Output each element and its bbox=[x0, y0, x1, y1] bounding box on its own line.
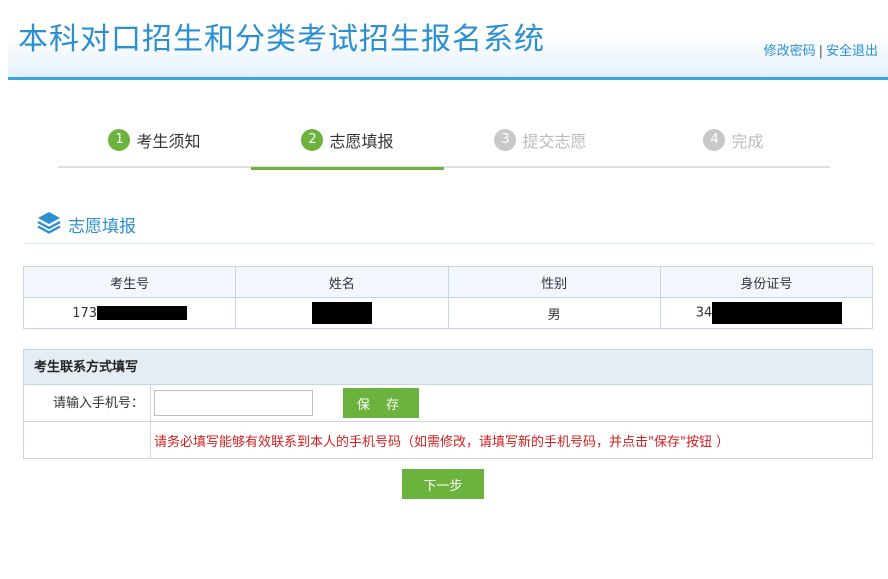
column-header: 性别 bbox=[447, 266, 661, 298]
save-button[interactable]: 保 存 bbox=[343, 388, 419, 418]
note-row: 请务必填写能够有效联系到本人的手机号码（如需修改，请填写新的手机号码，并点击"保… bbox=[24, 422, 872, 458]
step-label: 考生须知 bbox=[136, 132, 201, 151]
progress-steps: 1 考生须知 2 志愿填报 3 提交志愿 4 完成 bbox=[58, 120, 830, 170]
section-heading: 志愿填报 bbox=[24, 206, 874, 244]
column-header: 考生号 bbox=[22, 266, 237, 298]
phone-label: 请输入手机号： bbox=[24, 385, 151, 421]
table-header-row: 考生号 姓名 性别 身份证号 bbox=[22, 266, 874, 298]
redacted-block bbox=[712, 302, 843, 324]
phone-note: 请务必填写能够有效联系到本人的手机号码（如需修改，请填写新的手机号码，并点击"保… bbox=[154, 434, 730, 450]
candidate-info-table: 考生号 姓名 性别 身份证号 173 男 34 bbox=[22, 266, 874, 329]
table-row: 173 男 34 bbox=[22, 297, 874, 329]
app-title: 本科对口招生和分类考试招生报名系统 bbox=[18, 22, 545, 57]
note-label-cell bbox=[24, 422, 151, 458]
step-complete: 4 完成 bbox=[637, 120, 830, 168]
section-title: 志愿填报 bbox=[68, 217, 136, 237]
step-label: 提交志愿 bbox=[522, 132, 587, 151]
step-number: 2 bbox=[301, 129, 324, 151]
redacted-block bbox=[97, 306, 188, 320]
id-number-cell: 34 bbox=[659, 297, 874, 329]
step-submit-preferences: 3 提交志愿 bbox=[444, 120, 637, 168]
gender-cell: 男 bbox=[447, 297, 661, 329]
next-step-button[interactable]: 下一步 bbox=[402, 469, 484, 499]
name-cell bbox=[235, 297, 449, 329]
id-number-prefix: 34 bbox=[695, 305, 713, 321]
redacted-block bbox=[311, 302, 372, 324]
phone-input[interactable] bbox=[154, 390, 313, 416]
step-notice: 1 考生须知 bbox=[58, 120, 251, 168]
step-number: 3 bbox=[494, 129, 517, 151]
header-links: 修改密码 | 安全退出 bbox=[764, 40, 878, 59]
logout-link[interactable]: 安全退出 bbox=[826, 44, 878, 59]
note-cell: 请务必填写能够有效联系到本人的手机号码（如需修改，请填写新的手机号码，并点击"保… bbox=[151, 422, 872, 458]
step-label: 完成 bbox=[731, 132, 764, 151]
contact-form-title: 考生联系方式填写 bbox=[24, 350, 872, 385]
exam-number-cell: 173 bbox=[22, 297, 237, 329]
layers-icon bbox=[37, 212, 61, 234]
step-number: 1 bbox=[108, 129, 131, 151]
link-separator: | bbox=[818, 44, 823, 59]
column-header: 姓名 bbox=[235, 266, 449, 298]
column-header: 身份证号 bbox=[659, 266, 874, 298]
step-fill-preferences: 2 志愿填报 bbox=[251, 120, 444, 170]
phone-value-cell: 保 存 bbox=[151, 385, 872, 421]
app-header: 本科对口招生和分类考试招生报名系统 修改密码 | 安全退出 bbox=[8, 0, 888, 80]
phone-row: 请输入手机号： 保 存 bbox=[24, 385, 872, 422]
exam-number-prefix: 173 bbox=[72, 305, 98, 321]
step-label: 志愿填报 bbox=[329, 132, 394, 151]
change-password-link[interactable]: 修改密码 bbox=[764, 44, 816, 59]
step-number: 4 bbox=[703, 129, 726, 151]
contact-form: 考生联系方式填写 请输入手机号： 保 存 请务必填写能够有效联系到本人的手机号码… bbox=[23, 349, 873, 459]
